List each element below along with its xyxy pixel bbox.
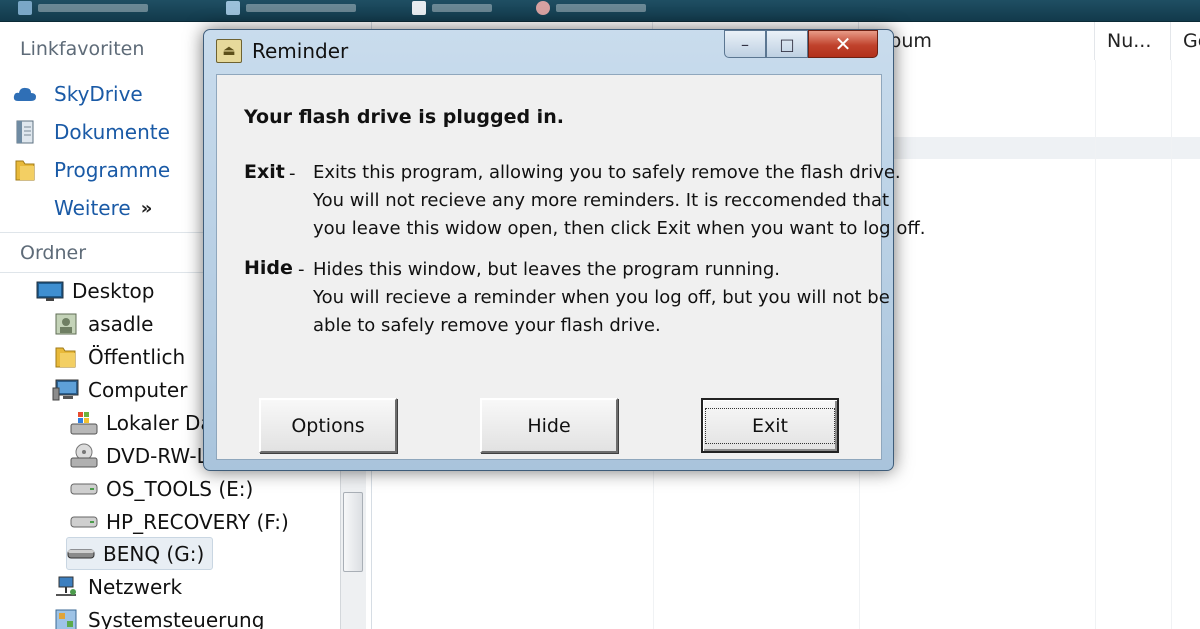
cloud-icon: [12, 81, 38, 107]
desktop-icon: [36, 278, 64, 304]
tree-item-oeffentlich[interactable]: Öffentlich: [52, 340, 185, 373]
folders-heading: Ordner: [20, 242, 87, 264]
favorite-dokumente[interactable]: Dokumente: [12, 116, 170, 148]
column-divider: [1171, 60, 1172, 629]
share-icon: [412, 1, 426, 15]
reminder-dialog: ⏏ Reminder – □ ✕ Your flash drive is plu…: [203, 29, 925, 471]
exit-keyword: Exit: [244, 161, 285, 183]
double-chevron-icon: »: [140, 197, 153, 219]
minimize-icon: –: [741, 34, 749, 54]
exit-description: Exits this program, allowing you to safe…: [313, 159, 925, 243]
hide-line: able to safely remove your flash drive.: [313, 315, 661, 336]
hide-keyword: Hide: [244, 257, 293, 279]
options-button[interactable]: Options: [259, 398, 397, 453]
tree-item-benq[interactable]: BENQ (G:): [66, 537, 214, 570]
favorite-label: Programme: [54, 158, 171, 182]
favorite-label: SkyDrive: [54, 82, 143, 106]
tree-item-systemsteuerung[interactable]: Systemsteuerung: [52, 603, 264, 629]
tree-item-os-tools[interactable]: OS_TOOLS (E:): [70, 472, 253, 505]
exit-line: you leave this widow open, then click Ex…: [313, 218, 926, 239]
exit-line: You will not recieve any more reminders.…: [313, 190, 890, 211]
dialog-content: Your flash drive is plugged in. Exit - E…: [216, 74, 925, 460]
more-label: Weitere: [54, 196, 131, 220]
tree-label: Desktop: [72, 278, 155, 303]
tree-label: asadle: [88, 311, 154, 336]
hide-line: Hides this window, but leaves the progra…: [313, 259, 780, 280]
tree-item-netzwerk[interactable]: Netzwerk: [52, 570, 182, 603]
hide-dash: -: [298, 259, 305, 280]
column-header-number[interactable]: Nu...: [1095, 22, 1171, 60]
dialog-title-bar[interactable]: ⏏ Reminder – □ ✕: [204, 30, 893, 72]
user-folder-icon: [52, 311, 80, 337]
dialog-headline: Your flash drive is plugged in.: [244, 106, 564, 128]
exit-line: Exits this program, allowing you to safe…: [313, 162, 901, 183]
close-icon: ✕: [834, 32, 852, 56]
favorite-programme[interactable]: Programme: [12, 154, 170, 186]
dvd-drive-icon: [70, 443, 98, 469]
tree-label: Netzwerk: [88, 574, 183, 599]
drive-icon: [70, 509, 98, 535]
hide-button[interactable]: Hide: [480, 398, 618, 453]
exit-dash: -: [289, 163, 296, 184]
caption-buttons: – □ ✕: [724, 30, 878, 58]
close-button[interactable]: ✕: [808, 30, 878, 58]
favorites-heading: Linkfavoriten: [20, 38, 145, 60]
minimize-button[interactable]: –: [724, 30, 766, 58]
tree-label: OS_TOOLS (E:): [106, 476, 254, 501]
network-icon: [52, 574, 80, 600]
column-header-album[interactable]: Album: [859, 22, 1095, 60]
favorite-label: Dokumente: [54, 120, 170, 144]
drive-icon: [70, 476, 98, 502]
maximize-icon: □: [779, 34, 795, 54]
tree-label: Computer: [88, 377, 188, 402]
favorite-skydrive[interactable]: SkyDrive: [12, 78, 143, 110]
eject-icon: ⏏: [216, 39, 242, 63]
toolbar-item-views[interactable]: [226, 0, 356, 16]
organize-icon: [18, 1, 32, 15]
tree-label: Lokaler Da: [106, 410, 213, 435]
tree-label: HP_RECOVERY (F:): [106, 509, 289, 534]
tree-item-dvd-drive[interactable]: DVD-RW-L: [70, 439, 208, 472]
explorer-toolbar: [0, 0, 1200, 22]
control-panel-icon: [52, 607, 80, 629]
toolbar-item-share[interactable]: [412, 0, 492, 16]
scrollbar-thumb[interactable]: [343, 492, 363, 572]
column-divider: [1095, 60, 1096, 629]
nav-scrollbar[interactable]: [340, 462, 366, 629]
tree-item-hp-recovery[interactable]: HP_RECOVERY (F:): [70, 505, 289, 538]
documents-icon: [12, 119, 38, 145]
hide-description: Hides this window, but leaves the progra…: [313, 256, 890, 340]
dialog-title: Reminder: [252, 39, 349, 63]
tree-item-local-disk[interactable]: Lokaler Da: [70, 406, 213, 439]
usb-drive-icon: [67, 541, 95, 567]
views-icon: [226, 1, 240, 15]
tree-item-computer[interactable]: Computer: [52, 373, 187, 406]
exit-button[interactable]: Exit: [701, 398, 839, 453]
folder-icon: [12, 157, 38, 183]
exit-button-label: Exit: [705, 407, 835, 444]
tree-label: Öffentlich: [88, 344, 186, 369]
tree-label: DVD-RW-L: [106, 443, 208, 468]
toolbar-item-organize[interactable]: [18, 0, 148, 16]
more-favorites-link[interactable]: Weitere »: [54, 192, 152, 224]
tree-label: BENQ (G:): [103, 541, 205, 566]
tree-label: Systemsteuerung: [88, 607, 265, 629]
burn-icon: [536, 1, 550, 15]
local-disk-icon: [70, 410, 98, 436]
maximize-button[interactable]: □: [766, 30, 808, 58]
tree-item-desktop[interactable]: Desktop: [36, 274, 154, 307]
folder-icon: [52, 344, 80, 370]
toolbar-item-burn[interactable]: [536, 0, 646, 16]
tree-item-asadle[interactable]: asadle: [52, 307, 154, 340]
hide-line: You will recieve a reminder when you log…: [313, 287, 890, 308]
computer-icon: [52, 377, 80, 403]
column-header-genre[interactable]: Ge: [1171, 22, 1200, 60]
